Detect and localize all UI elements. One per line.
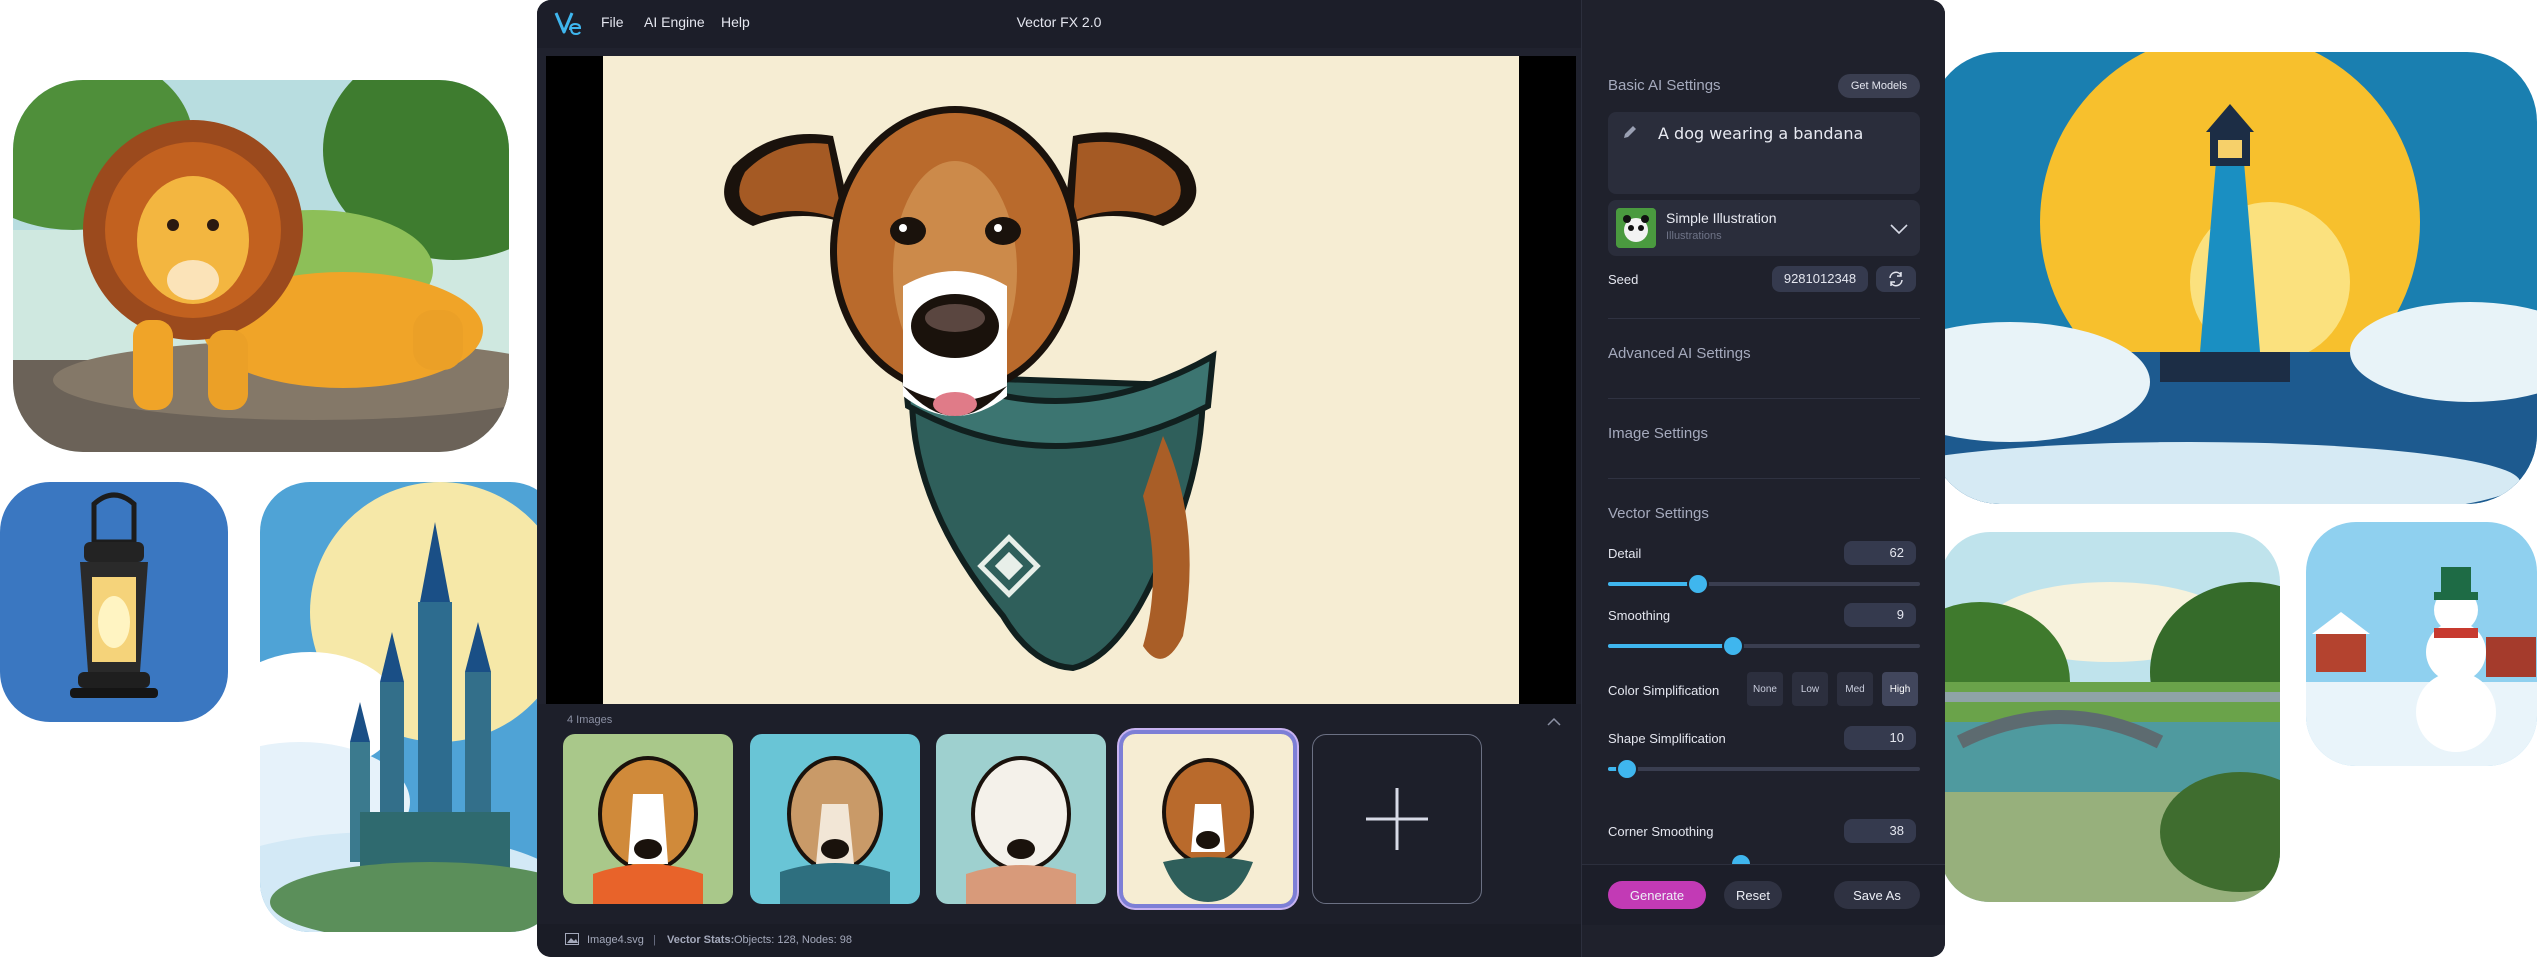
gallery-thumbnail-1[interactable] bbox=[563, 734, 733, 904]
detail-value-input[interactable]: 62 bbox=[1844, 541, 1916, 565]
corner-smoothing-label: Corner Smoothing bbox=[1608, 824, 1714, 839]
color-simplification-med[interactable]: Med bbox=[1837, 672, 1873, 706]
smoothing-slider-handle[interactable] bbox=[1723, 637, 1742, 655]
color-simplification-none[interactable]: None bbox=[1747, 672, 1783, 706]
vector-settings-title[interactable]: Vector Settings bbox=[1608, 505, 1709, 522]
smoothing-label: Smoothing bbox=[1608, 608, 1671, 623]
artboard[interactable] bbox=[603, 56, 1519, 704]
plus-icon bbox=[1366, 788, 1428, 850]
basic-ai-settings-title[interactable]: Basic AI Settings bbox=[1608, 77, 1721, 94]
status-stats-value: Objects: 128, Nodes: 98 bbox=[734, 934, 853, 946]
model-thumbnail bbox=[1616, 208, 1656, 248]
color-simplification-label: Color Simplification bbox=[1608, 683, 1720, 698]
status-filename: Image4.svg bbox=[587, 934, 644, 946]
lion-illustration bbox=[13, 80, 509, 452]
divider bbox=[1608, 318, 1920, 319]
window-title: Vector FX 2.0 bbox=[1016, 14, 1102, 30]
refresh-seed-button[interactable] bbox=[1876, 266, 1916, 292]
image-icon bbox=[565, 933, 579, 948]
gallery-thumbnail-4-selected[interactable] bbox=[1123, 734, 1293, 904]
image-count: 4 Images bbox=[567, 714, 613, 726]
lighthouse-illustration bbox=[1930, 52, 2537, 504]
model-name: Simple Illustration bbox=[1666, 210, 1777, 226]
advanced-ai-settings-title[interactable]: Advanced AI Settings bbox=[1608, 345, 1751, 362]
lantern-illustration bbox=[0, 482, 228, 722]
seed-label: Seed bbox=[1608, 272, 1639, 287]
generate-button[interactable]: Generate bbox=[1608, 881, 1706, 909]
prompt-text: A dog wearing a bandana bbox=[1658, 124, 1864, 143]
refresh-icon bbox=[1889, 271, 1903, 287]
snowman-illustration bbox=[2306, 522, 2537, 766]
settings-panel: Basic AI Settings Get Models A dog weari… bbox=[1581, 0, 1945, 957]
bridge-illustration bbox=[1940, 532, 2280, 902]
divider bbox=[1608, 478, 1920, 479]
add-image-button[interactable] bbox=[1312, 734, 1482, 904]
chevron-up-icon[interactable] bbox=[1547, 714, 1561, 726]
model-selector[interactable]: Simple Illustration Illustrations bbox=[1608, 200, 1920, 256]
app-window: File AI Engine Help Vector FX 2.0 4 Imag… bbox=[537, 0, 1945, 957]
title-bar: File AI Engine Help Vector FX 2.0 bbox=[537, 0, 1581, 48]
chevron-down-icon bbox=[1890, 222, 1908, 240]
pencil-icon bbox=[1622, 124, 1638, 145]
corner-smoothing-slider-handle[interactable] bbox=[1732, 855, 1750, 864]
status-bar: Image4.svg | Vector Stats: Objects: 128,… bbox=[537, 924, 1581, 957]
corner-smoothing-value-input[interactable]: 38 bbox=[1844, 819, 1916, 843]
smoothing-value-input[interactable]: 9 bbox=[1844, 603, 1916, 627]
color-simplification-high[interactable]: High bbox=[1882, 672, 1918, 706]
color-simplification-low[interactable]: Low bbox=[1792, 672, 1828, 706]
image-settings-title[interactable]: Image Settings bbox=[1608, 425, 1708, 442]
reset-button[interactable]: Reset bbox=[1724, 881, 1782, 909]
gallery-thumbnail-2[interactable] bbox=[750, 734, 920, 904]
divider bbox=[1608, 398, 1920, 399]
save-as-button[interactable]: Save As bbox=[1834, 881, 1920, 909]
gallery-thumbnail-3[interactable] bbox=[936, 734, 1106, 904]
prompt-input[interactable]: A dog wearing a bandana bbox=[1608, 112, 1920, 194]
status-separator: | bbox=[653, 934, 656, 946]
shape-simplification-slider[interactable] bbox=[1608, 760, 1920, 778]
shape-simplification-slider-handle[interactable] bbox=[1617, 760, 1636, 778]
shape-simplification-value-input[interactable]: 10 bbox=[1844, 726, 1916, 750]
model-category: Illustrations bbox=[1666, 230, 1722, 242]
detail-slider-handle[interactable] bbox=[1689, 575, 1708, 593]
smoothing-slider-fill bbox=[1608, 644, 1733, 648]
image-gallery: 4 Images bbox=[537, 704, 1581, 924]
dog-illustration bbox=[603, 56, 1519, 704]
detail-slider-fill bbox=[1608, 582, 1699, 586]
status-stats-label: Vector Stats: bbox=[667, 934, 735, 946]
castle-illustration bbox=[260, 482, 560, 932]
canvas-area[interactable] bbox=[546, 56, 1576, 704]
seed-input[interactable]: 9281012348 bbox=[1772, 266, 1868, 292]
shape-simplification-label: Shape Simplification bbox=[1608, 731, 1726, 746]
detail-slider[interactable] bbox=[1608, 575, 1920, 593]
get-models-button[interactable]: Get Models bbox=[1838, 74, 1920, 98]
action-bar: Generate Reset Save As bbox=[1582, 864, 1945, 925]
smoothing-slider[interactable] bbox=[1608, 637, 1920, 655]
detail-label: Detail bbox=[1608, 546, 1642, 561]
